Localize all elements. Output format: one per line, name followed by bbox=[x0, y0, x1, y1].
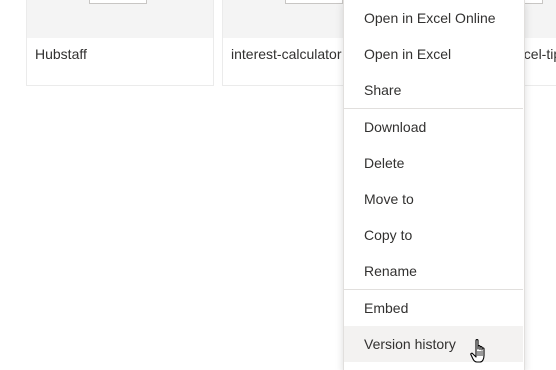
hand-pointer-icon bbox=[470, 338, 485, 363]
file-thumbnail bbox=[27, 0, 213, 38]
document-preview-icon bbox=[89, 0, 147, 4]
file-tile-hubstaff[interactable]: Hubstaff bbox=[26, 0, 214, 86]
menu-item-rename[interactable]: Rename bbox=[344, 253, 523, 289]
file-name: interest-calculator bbox=[231, 46, 342, 62]
menu-item-download[interactable]: Download bbox=[344, 109, 523, 145]
menu-item-version-history[interactable]: Version history bbox=[344, 326, 523, 362]
menu-item-open-in-excel-online[interactable]: Open in Excel Online bbox=[344, 0, 523, 36]
file-tile-interest-calculator[interactable]: interest-calculator bbox=[222, 0, 362, 86]
menu-item-share[interactable]: Share bbox=[344, 72, 523, 108]
menu-item-copy-to[interactable]: Copy to bbox=[344, 217, 523, 253]
document-preview-icon bbox=[285, 0, 343, 4]
context-menu: Open in Excel Online Open in Excel Share… bbox=[343, 0, 525, 370]
file-thumbnail bbox=[223, 0, 361, 38]
menu-item-embed[interactable]: Embed bbox=[344, 290, 523, 326]
menu-item-open-in-excel[interactable]: Open in Excel bbox=[344, 36, 523, 72]
menu-item-delete[interactable]: Delete bbox=[344, 145, 523, 181]
file-name: Hubstaff bbox=[35, 46, 87, 62]
menu-item-move-to[interactable]: Move to bbox=[344, 181, 523, 217]
